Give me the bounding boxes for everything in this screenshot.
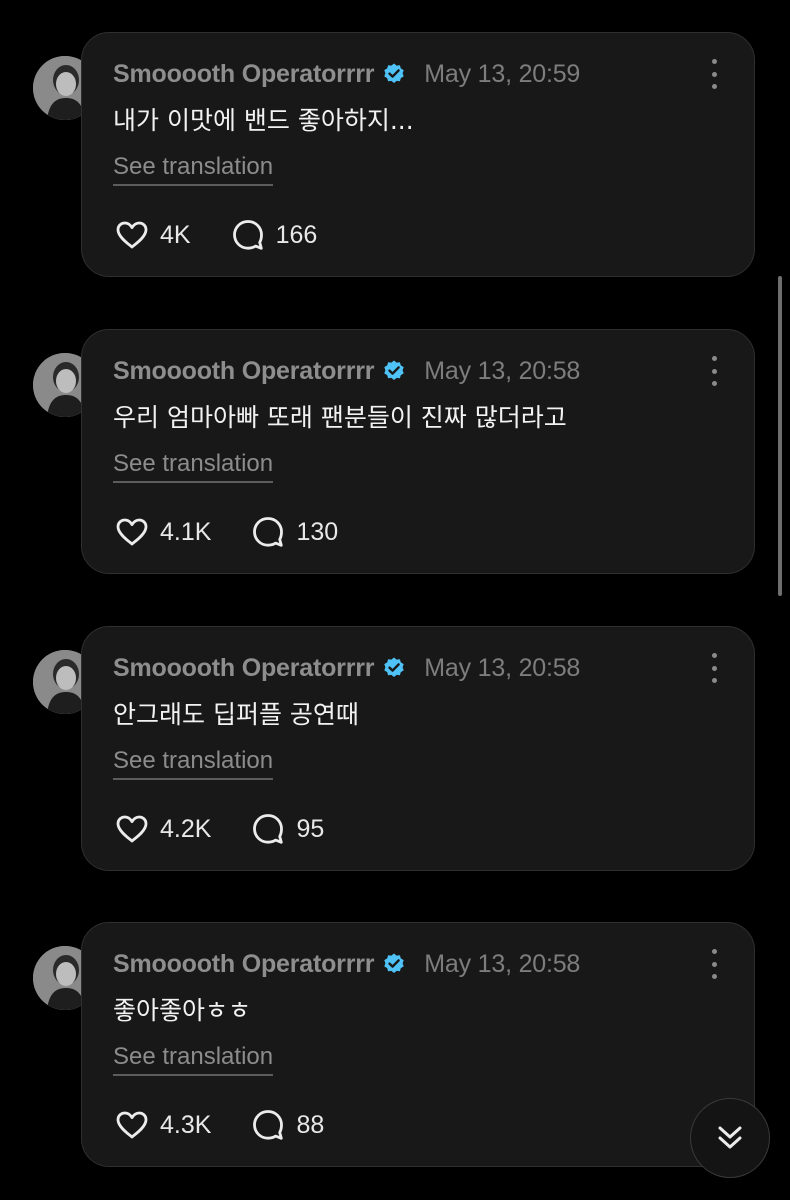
message-item: Smooooth Operatorrrr May 13, 20:58 우리 엄마… [0,329,790,579]
three-dots-vertical-icon[interactable] [702,59,726,89]
reply-count: 88 [296,1110,325,1139]
like-button[interactable]: 4K [115,220,191,250]
message-text: 좋아좋아ㅎㅎ [113,996,252,1025]
timestamp: May 13, 20:58 [424,653,581,682]
see-translation-link[interactable]: See translation [113,153,274,186]
message-item: Smooooth Operatorrrr May 13, 20:59 내가 이맛… [0,32,790,282]
scroll-to-bottom-button[interactable] [690,1098,770,1178]
like-count: 4.1K [160,517,212,546]
reply-button[interactable]: 88 [251,1108,324,1142]
speech-bubble-icon [232,220,263,250]
like-button[interactable]: 4.2K [115,814,211,844]
message-text: 우리 엄마아빠 또래 팬분들이 진짜 많더라고 [113,403,567,432]
heart-icon [116,1111,148,1139]
timestamp: May 13, 20:58 [424,949,581,978]
heart-icon [116,518,148,546]
speech-bubble-icon [253,814,284,844]
speech-bubble-icon [253,1110,284,1140]
message-bubble[interactable]: Smooooth Operatorrrr May 13, 20:58 좋아좋아ㅎ… [81,922,755,1167]
message-feed[interactable]: Smooooth Operatorrrr May 13, 20:59 내가 이맛… [0,0,790,1200]
speech-bubble-icon [253,517,284,547]
three-dots-vertical-icon[interactable] [702,356,726,386]
verified-badge-icon [382,952,406,976]
reply-button[interactable]: 95 [251,812,324,846]
username[interactable]: Smooooth Operatorrrr [113,357,374,386]
heart-icon [116,221,148,249]
scrollbar[interactable] [778,276,782,596]
message-item: Smooooth Operatorrrr May 13, 20:58 안그래도 … [0,626,790,876]
reply-count: 166 [275,220,318,249]
reply-count: 130 [296,517,339,546]
message-bubble[interactable]: Smooooth Operatorrrr May 13, 20:59 내가 이맛… [81,32,755,277]
username[interactable]: Smooooth Operatorrrr [113,950,374,979]
reply-button[interactable]: 130 [251,515,338,549]
timestamp: May 13, 20:58 [424,356,581,385]
message-bubble[interactable]: Smooooth Operatorrrr May 13, 20:58 우리 엄마… [81,329,755,574]
message-header: Smooooth Operatorrrr May 13, 20:59 [113,57,580,91]
message-bubble[interactable]: Smooooth Operatorrrr May 13, 20:58 안그래도 … [81,626,755,871]
message-actions: 4.2K 95 [115,811,324,847]
double-chevron-down-icon [718,1126,742,1149]
verified-badge-icon [382,656,406,680]
message-header: Smooooth Operatorrrr May 13, 20:58 [113,947,580,981]
like-count: 4.2K [160,814,212,843]
message-header: Smooooth Operatorrrr May 13, 20:58 [113,354,580,388]
three-dots-vertical-icon[interactable] [702,949,726,979]
username[interactable]: Smooooth Operatorrrr [113,60,374,89]
see-translation-link[interactable]: See translation [113,450,274,483]
message-header: Smooooth Operatorrrr May 13, 20:58 [113,651,580,685]
message-text: 안그래도 딥퍼플 공연때 [113,700,359,729]
like-count: 4.3K [160,1110,212,1139]
like-button[interactable]: 4.1K [115,517,211,547]
heart-icon [116,815,148,843]
message-actions: 4.1K 130 [115,514,338,550]
message-actions: 4K 166 [115,217,317,253]
like-count: 4K [160,220,191,249]
timestamp: May 13, 20:59 [424,59,581,88]
reply-button[interactable]: 166 [231,218,318,252]
like-button[interactable]: 4.3K [115,1110,211,1140]
see-translation-link[interactable]: See translation [113,1043,274,1076]
reply-count: 95 [296,814,325,843]
three-dots-vertical-icon[interactable] [702,653,726,683]
message-actions: 4.3K 88 [115,1107,324,1143]
message-item: Smooooth Operatorrrr May 13, 20:58 좋아좋아ㅎ… [0,922,790,1172]
message-text: 내가 이맛에 밴드 좋아하지... [113,106,414,135]
verified-badge-icon [382,359,406,383]
see-translation-link[interactable]: See translation [113,747,274,780]
verified-badge-icon [382,62,406,86]
username[interactable]: Smooooth Operatorrrr [113,654,374,683]
